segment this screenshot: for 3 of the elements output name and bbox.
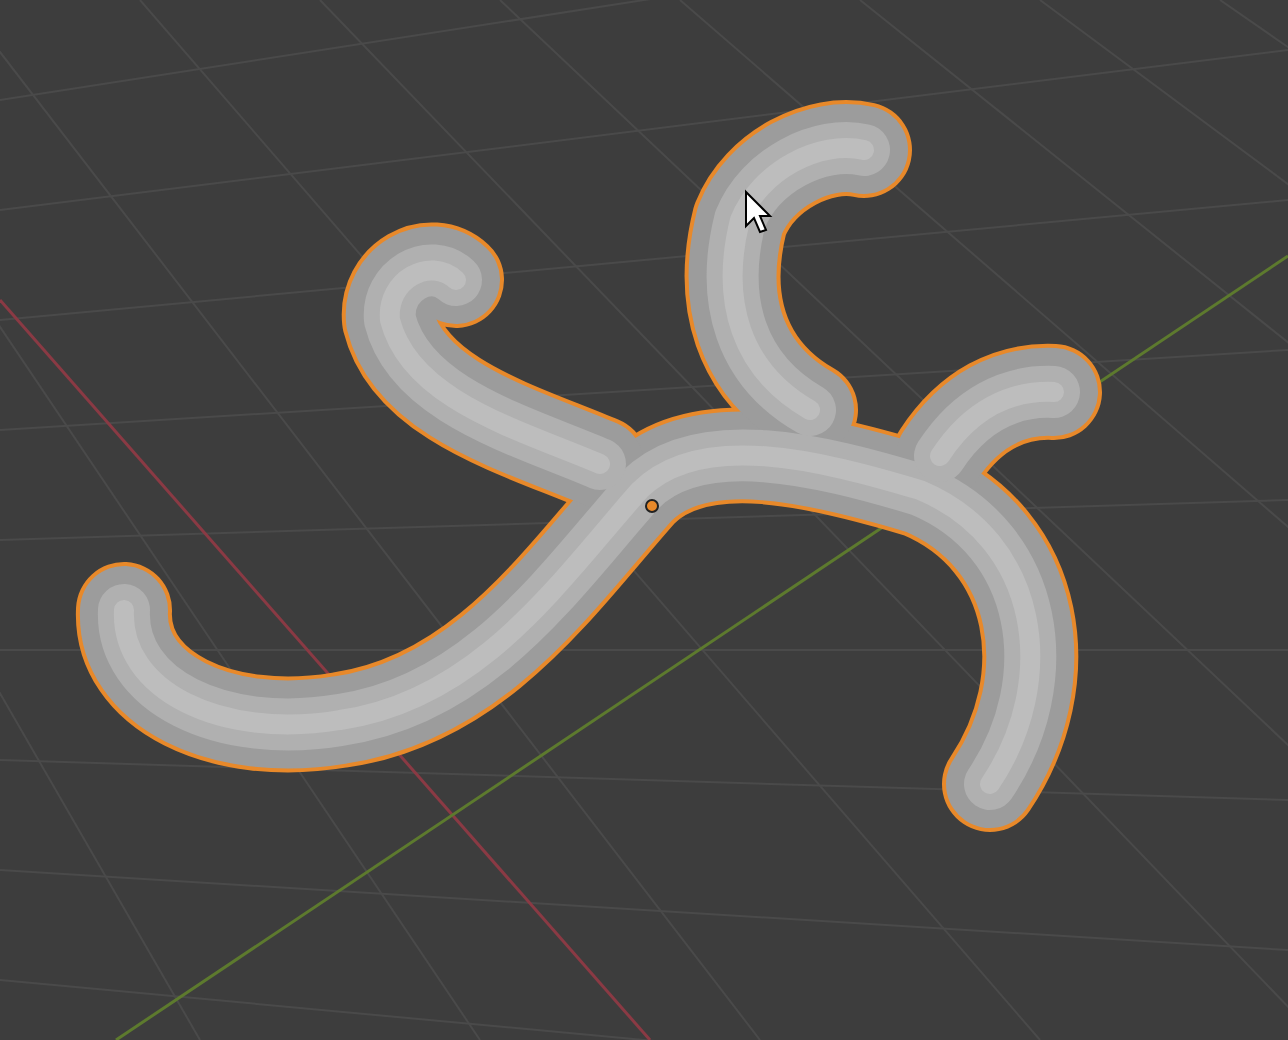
tube-object-drawing[interactable] <box>76 100 1102 832</box>
cursor-icon <box>745 189 773 234</box>
origin-point <box>645 499 659 513</box>
